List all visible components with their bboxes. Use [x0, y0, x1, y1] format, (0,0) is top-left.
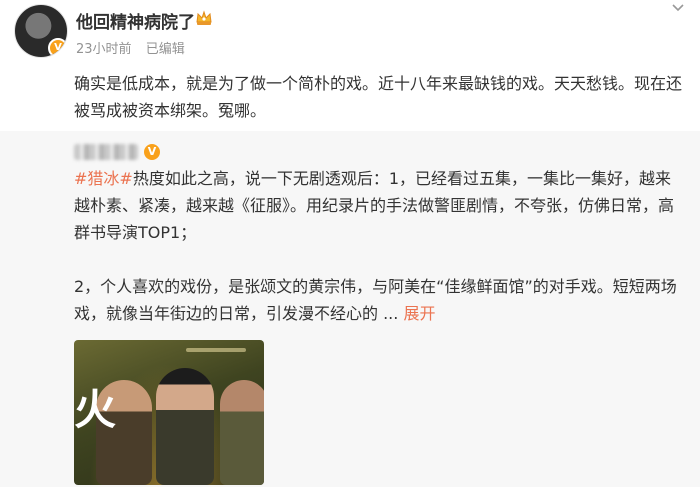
- repost-paragraph-1-text: 热度如此之高，说一下无剧透观后：1，已经看过五集，一集比一集好，越来越朴素、紧凑…: [74, 169, 675, 242]
- post-body: 确实是低成本，就是为了做一个简朴的戏。近十八年来最缺钱的戏。天天愁钱。现在还被骂…: [74, 74, 683, 120]
- poster-figure-right: [220, 380, 264, 485]
- poster-title-strip: [186, 348, 246, 352]
- repost-paragraph-2-text: 2，个人喜欢的戏份，是张颂文的黄宗伟，与阿美在“佳缘鲜面馆”的对手戏。短短两场戏…: [74, 277, 677, 323]
- repost-paragraph-2: 2，个人喜欢的戏份，是张颂文的黄宗伟，与阿美在“佳缘鲜面馆”的对手戏。短短两场戏…: [74, 273, 684, 327]
- blurred-username: [74, 143, 138, 160]
- edited-label: 已编辑: [145, 42, 185, 57]
- user-avatar[interactable]: V: [14, 4, 68, 58]
- repost-card[interactable]: V #猎冰#热度如此之高，说一下无剧透观后：1，已经看过五集，一集比一集好，越来…: [0, 131, 700, 487]
- hashtag-link[interactable]: #猎冰#: [74, 169, 133, 188]
- repost-author[interactable]: V: [74, 141, 160, 160]
- chevron-down-icon[interactable]: [670, 2, 686, 14]
- post-meta: 23小时前 已编辑: [76, 38, 195, 57]
- repost-paragraph-1: #猎冰#热度如此之高，说一下无剧透观后：1，已经看过五集，一集比一集好，越来越朴…: [74, 165, 684, 246]
- post-timestamp[interactable]: 23小时前: [76, 42, 132, 57]
- repost-body: #猎冰#热度如此之高，说一下无剧透观后：1，已经看过五集，一集比一集好，越来越朴…: [74, 165, 684, 327]
- verified-badge-icon: V: [144, 143, 160, 160]
- poster-title-glyph: 火: [74, 385, 117, 434]
- expand-link[interactable]: 展开: [403, 304, 435, 323]
- poster-figure-center: [156, 368, 214, 485]
- post-username[interactable]: 他回精神病院了: [76, 8, 195, 33]
- verified-badge-icon: V: [48, 38, 67, 57]
- drama-poster-image[interactable]: 火: [74, 340, 264, 485]
- crown-icon: [196, 10, 212, 25]
